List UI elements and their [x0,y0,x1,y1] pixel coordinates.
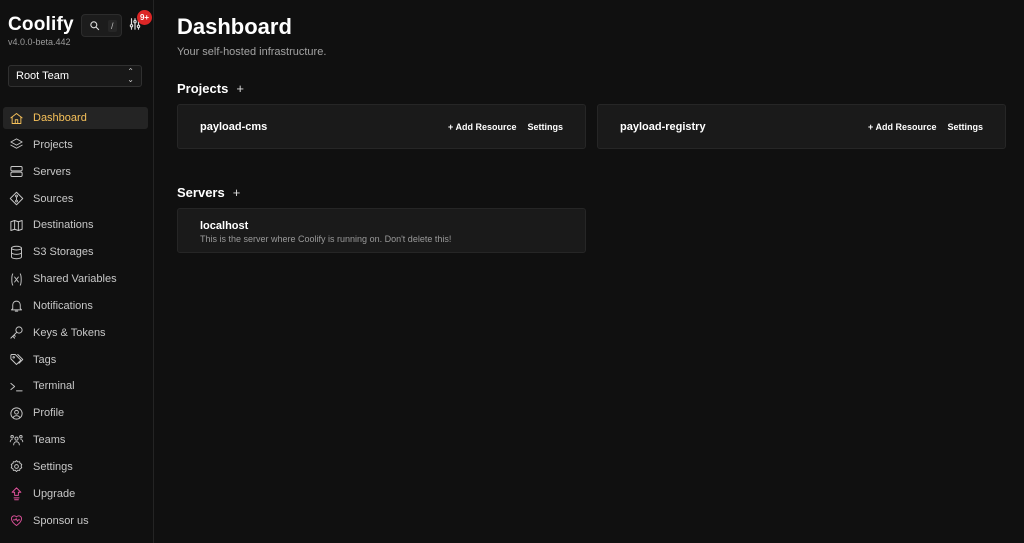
sidebar-nav: Dashboard Projects Servers Sources Desti… [3,107,148,537]
home-icon [10,112,23,124]
sidebar-item-profile[interactable]: Profile [3,402,148,424]
user-circle-icon [10,407,23,420]
project-name[interactable]: payload-registry [620,121,706,133]
sidebar-item-settings[interactable]: Settings [3,456,148,478]
page-subtitle: Your self-hosted infrastructure. [177,46,327,58]
project-actions: + Add Resource Settings [448,122,563,132]
sidebar-item-teams[interactable]: Teams [3,429,148,451]
git-icon [9,191,24,206]
map-icon [10,219,23,231]
sidebar-item-label: Profile [33,407,65,420]
server-icon [10,166,23,178]
project-name[interactable]: payload-cms [200,121,267,133]
variable-icon [11,272,22,286]
heart-icon [11,515,22,527]
database-icon [11,245,22,259]
server-description: This is the server where Coolify is runn… [200,234,452,244]
sidebar-item-label: Sources [33,192,74,205]
sidebar-item-label: Upgrade [33,487,76,500]
add-project-button[interactable]: + [236,81,244,96]
sidebar-item-terminal[interactable]: Terminal [3,375,148,397]
sidebar-item-label: Settings [33,460,73,473]
add-server-button[interactable]: + [233,185,241,200]
version-label: v4.0.0-beta.442 [8,37,71,47]
sidebar-item-dashboard[interactable]: Dashboard [3,107,148,129]
sidebar-item-s3-storages[interactable]: S3 Storages [3,241,148,263]
project-card-payload-cms[interactable]: payload-cms + Add Resource Settings [177,104,586,149]
add-resource-button[interactable]: + Add Resource [448,122,516,132]
chevron-updown-icon: ⌃ ⌄ [127,67,134,84]
project-card-payload-registry[interactable]: payload-registry + Add Resource Settings [597,104,1006,149]
sidebar: Coolify v4.0.0-beta.442 / 9+ Root Team ⌃… [0,0,154,543]
key-icon [10,326,23,339]
terminal-icon [10,382,23,392]
gear-icon [10,460,23,473]
sidebar-item-label: Shared Variables [33,273,117,286]
sidebar-item-label: Terminal [33,380,75,393]
sidebar-item-label: Projects [33,138,73,151]
sidebar-item-label: Notifications [33,299,93,312]
sidebar-item-label: Servers [33,165,71,178]
servers-heading: Servers [177,185,225,200]
sidebar-item-servers[interactable]: Servers [3,161,148,183]
project-settings-button[interactable]: Settings [947,122,983,132]
projects-heading: Projects [177,81,229,96]
sidebar-item-destinations[interactable]: Destinations [3,214,148,236]
bell-icon [11,301,22,312]
sidebar-item-label: Keys & Tokens [33,326,106,339]
sidebar-item-notifications[interactable]: Notifications [3,295,148,317]
page-title: Dashboard [177,14,292,39]
sidebar-item-label: Tags [33,353,57,366]
brand-logo-text[interactable]: Coolify [8,14,74,36]
search-icon [90,21,100,31]
server-name[interactable]: localhost [200,220,248,232]
sidebar-item-upgrade[interactable]: Upgrade [3,483,148,505]
sidebar-item-label: Dashboard [33,112,87,124]
team-select-value: Root Team [16,70,69,82]
tag-icon [10,354,24,366]
search-shortcut: / [108,19,117,32]
layers-icon [10,138,23,150]
sidebar-item-projects[interactable]: Projects [3,134,148,156]
sidebar-item-sponsor[interactable]: Sponsor us [3,510,148,532]
notification-badge[interactable]: 9+ [137,10,152,25]
servers-section-heading: Servers + [177,185,240,200]
sidebar-item-label: S3 Storages [33,246,94,259]
project-actions: + Add Resource Settings [868,122,983,132]
sidebar-item-label: Sponsor us [33,514,89,527]
search-button[interactable]: / [81,14,122,37]
add-resource-button[interactable]: + Add Resource [868,122,936,132]
server-card-localhost[interactable]: localhost This is the server where Cooli… [177,208,586,253]
sidebar-item-label: Teams [33,434,66,447]
project-settings-button[interactable]: Settings [527,122,563,132]
sidebar-item-shared-variables[interactable]: Shared Variables [3,268,148,290]
users-icon [9,434,24,445]
sidebar-item-keys-tokens[interactable]: Keys & Tokens [3,322,148,344]
projects-section-heading: Projects + [177,81,244,96]
upgrade-icon [11,487,22,501]
sidebar-item-sources[interactable]: Sources [3,188,148,210]
sidebar-item-tags[interactable]: Tags [3,349,148,371]
team-select[interactable]: Root Team ⌃ ⌄ [8,65,142,87]
sidebar-item-label: Destinations [33,219,94,232]
